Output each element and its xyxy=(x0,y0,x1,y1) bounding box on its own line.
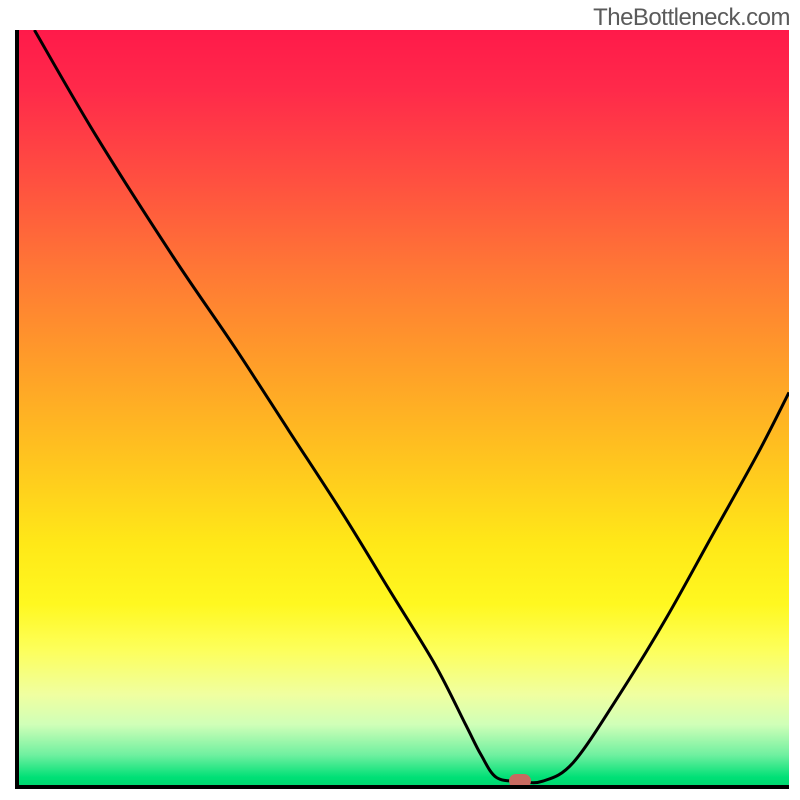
watermark-text: TheBottleneck.com xyxy=(593,4,790,32)
chart-line-svg xyxy=(19,30,789,785)
curve-marker xyxy=(509,774,531,788)
chart-plot-area xyxy=(15,30,789,789)
bottleneck-curve-path xyxy=(34,30,789,783)
